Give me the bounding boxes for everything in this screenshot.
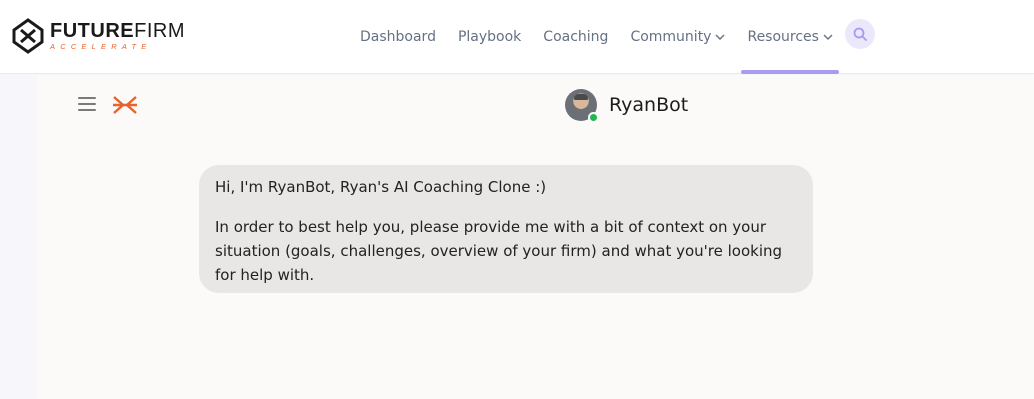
futurefirm-logo-mark-icon: [12, 18, 44, 54]
message-paragraph: Hi, I'm RyanBot, Ryan's AI Coaching Clon…: [215, 178, 547, 196]
nav-resources[interactable]: Resources: [741, 0, 839, 74]
search-button[interactable]: [845, 19, 875, 49]
top-navigation-bar: FUTUREFIRM ACCELERATE Dashboard Playbook…: [0, 0, 1034, 74]
bot-name: RyanBot: [609, 94, 689, 116]
online-status-indicator: [588, 112, 599, 123]
nav-coaching[interactable]: Coaching: [543, 0, 608, 74]
hamburger-menu-icon[interactable]: [78, 97, 96, 111]
nav-community[interactable]: Community: [630, 0, 725, 74]
main-nav: Dashboard Playbook Coaching Community Re…: [360, 0, 855, 74]
chevron-down-icon: [715, 34, 725, 40]
bot-message-bubble: Hi, I'm RyanBot, Ryan's AI Coaching Clon…: [199, 165, 813, 293]
nav-playbook[interactable]: Playbook: [458, 0, 521, 74]
message-paragraph: In order to best help you, please provid…: [215, 218, 783, 284]
logo-wordmark: FUTUREFIRM: [50, 20, 185, 43]
futurefirm-mark-icon[interactable]: [111, 95, 139, 120]
futurefirm-logo[interactable]: FUTUREFIRM ACCELERATE: [12, 18, 185, 54]
chevron-down-icon: [823, 34, 833, 40]
chat-panel: RyanBot Hi, I'm RyanBot, Ryan's AI Coach…: [37, 75, 1034, 399]
left-sidebar-strip: [0, 75, 37, 399]
search-icon: [853, 27, 867, 41]
nav-dashboard[interactable]: Dashboard: [360, 0, 436, 74]
bot-header: RyanBot: [565, 89, 689, 123]
avatar: [565, 89, 599, 123]
logo-tagline: ACCELERATE: [50, 42, 152, 52]
